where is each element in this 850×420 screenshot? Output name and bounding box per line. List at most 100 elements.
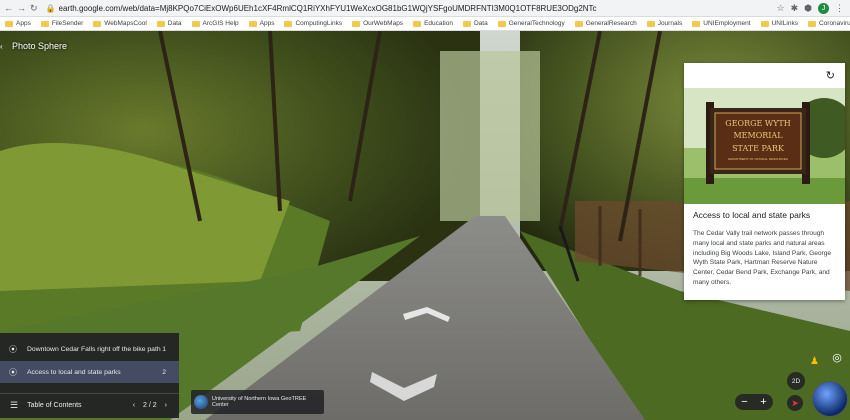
sign-line-2: MEMORIAL xyxy=(733,131,783,140)
avatar[interactable]: J xyxy=(818,2,829,14)
folder-icon xyxy=(248,20,257,27)
refresh-icon[interactable]: ↻ xyxy=(826,69,835,82)
tilt-toggle[interactable]: 2D xyxy=(787,372,805,390)
bookmark-item[interactable]: FileSender xyxy=(36,20,88,27)
folder-icon xyxy=(40,20,49,27)
browser-icons: ☆ ✱ ⬢ J ⋮ xyxy=(777,2,850,14)
compass-icon[interactable]: ◎ xyxy=(830,351,844,365)
prev-icon[interactable]: ‹ xyxy=(133,402,135,409)
folder-icon xyxy=(284,20,293,27)
bookmark-label: OurWebMaps xyxy=(363,20,404,27)
toc-item-number: 1 xyxy=(162,345,166,353)
folder-icon xyxy=(760,20,769,27)
folder-icon xyxy=(497,20,506,27)
bookmark-item[interactable]: OurWebMaps xyxy=(347,20,408,27)
map-controls: ♟ ◎ 2D − + ➤ xyxy=(735,311,850,420)
bookmark-label: WebMapsCool xyxy=(104,20,147,27)
toc-item-label: Access to local and state parks xyxy=(27,368,121,376)
apps-icon xyxy=(5,20,13,27)
rotate-icon[interactable]: ➤ xyxy=(787,395,803,411)
bookmark-item[interactable]: Data xyxy=(458,20,493,27)
toc-item-1[interactable]: ⦿ Downtown Cedar Falls right off the bik… xyxy=(0,338,179,360)
bookmark-label: GeneralTechnology xyxy=(508,20,565,27)
pegman-icon[interactable]: ♟ xyxy=(810,356,819,370)
bookmark-item[interactable]: Coronavirus xyxy=(803,20,850,27)
folder-icon xyxy=(352,20,361,27)
star-icon[interactable]: ☆ xyxy=(777,3,785,14)
page-indicator: 2 / 2 xyxy=(143,402,157,409)
bookmark-item[interactable]: ArcGIS Help xyxy=(187,20,244,27)
bookmark-label: ArcGIS Help xyxy=(202,20,239,27)
sign-line-3: STATE PARK xyxy=(732,144,785,153)
forward-icon[interactable]: → xyxy=(17,3,26,14)
reload-icon[interactable]: ↻ xyxy=(30,3,38,14)
extension-icon[interactable]: ✱ xyxy=(791,3,799,14)
card-image: GEORGE WYTH MEMORIAL STATE PARK DEPARTME… xyxy=(684,88,845,204)
bookmark-item[interactable]: UNILinks xyxy=(756,20,803,27)
bookmark-item[interactable]: ComputingLinks xyxy=(279,20,347,27)
bookmark-label: Journals xyxy=(657,20,683,27)
bookmark-label: Coronavirus xyxy=(818,20,850,27)
list-icon[interactable]: ☰ xyxy=(10,400,18,411)
nav-buttons: ← → ↻ xyxy=(0,3,42,14)
address-bar[interactable]: earth.google.com/web/data=Mj8KPQo7CiExOW… xyxy=(59,4,777,13)
info-card: ↻ GEORGE WYTH MEMORIAL STATE PARK DEPART… xyxy=(684,63,845,300)
lock-icon[interactable]: 🔒 xyxy=(46,4,56,13)
pager: ‹ 2 / 2 › xyxy=(133,402,167,409)
bookmark-item[interactable]: GeneralTechnology xyxy=(493,20,570,27)
folder-icon xyxy=(156,20,165,27)
browser-toolbar: ← → ↻ 🔒 earth.google.com/web/data=Mj8KPQ… xyxy=(0,0,850,17)
back-arrow-icon[interactable]: ‹ xyxy=(0,42,3,51)
table-of-contents: ⦿ Downtown Cedar Falls right off the bik… xyxy=(0,333,179,418)
puzzle-icon[interactable]: ⬢ xyxy=(804,3,812,14)
back-icon[interactable]: ← xyxy=(4,3,13,14)
bookmark-item[interactable]: Apps xyxy=(244,20,280,27)
folder-icon xyxy=(462,20,471,27)
bookmark-item[interactable]: GeneralResearch xyxy=(570,20,642,27)
bookmark-label: GeneralResearch xyxy=(585,20,637,27)
bookmark-label: ComputingLinks xyxy=(295,20,343,27)
folder-icon xyxy=(191,20,200,27)
earth-logo-icon xyxy=(194,395,208,409)
bookmark-item[interactable]: Data xyxy=(152,20,187,27)
bookmark-item[interactable]: Journals xyxy=(642,20,688,27)
photo-sphere-view[interactable]: ‹ Photo Sphere ↻ GEORGE WYTH MEMORIAL ST… xyxy=(0,31,850,420)
attribution-chip[interactable]: University of Northern Iowa GeoTREE Cent… xyxy=(191,390,324,414)
bookmark-label: UNIEmployment xyxy=(703,20,751,27)
bookmark-label: Apps xyxy=(16,20,31,27)
bookmark-label: FileSender xyxy=(51,20,84,27)
bookmark-label: Apps xyxy=(259,20,275,27)
folder-icon xyxy=(692,20,701,27)
folder-icon xyxy=(646,20,655,27)
toc-footer-label[interactable]: Table of Contents xyxy=(27,402,81,409)
scene-title: Photo Sphere xyxy=(12,41,68,51)
sign-line-4: DEPARTMENT OF NATURAL RESOURCES xyxy=(728,157,788,161)
bookmark-item[interactable]: WebMapsCool xyxy=(88,20,152,27)
bookmark-label: Education xyxy=(424,20,453,27)
card-title: Access to local and state parks xyxy=(693,210,811,220)
bookmark-label: UNILinks xyxy=(771,20,798,27)
attribution-text: University of Northern Iowa GeoTREE Cent… xyxy=(211,396,307,408)
toc-item-2[interactable]: ⦿ Access to local and state parks 2 xyxy=(0,361,179,383)
place-pin-icon: ⦿ xyxy=(9,367,17,377)
bookmark-item[interactable]: Education xyxy=(408,20,458,27)
card-description: The Cedar Vally trail network passes thr… xyxy=(693,230,832,286)
bookmark-item[interactable]: Apps xyxy=(0,20,36,27)
sign-line-1: GEORGE WYTH xyxy=(725,119,790,128)
bookmark-label: Data xyxy=(473,20,488,27)
folder-icon xyxy=(574,20,583,27)
bookmark-label: Data xyxy=(167,20,182,27)
place-pin-icon: ⦿ xyxy=(9,344,17,354)
folder-icon xyxy=(807,20,816,27)
toc-footer: ☰ Table of Contents ‹ 2 / 2 › xyxy=(0,393,179,417)
bookmark-item[interactable]: UNIEmployment xyxy=(687,20,755,27)
globe-icon[interactable] xyxy=(812,381,848,417)
folder-icon xyxy=(413,20,422,27)
toc-item-label: Downtown Cedar Falls right off the bike … xyxy=(27,345,161,353)
bookmarks-bar: Apps FileSender WebMapsCool Data ArcGIS Help… xyxy=(0,17,850,31)
next-icon[interactable]: › xyxy=(165,402,167,409)
zoom-in-icon[interactable]: + xyxy=(760,396,766,408)
zoom-control: − + xyxy=(735,394,773,410)
zoom-out-icon[interactable]: − xyxy=(741,396,747,408)
menu-icon[interactable]: ⋮ xyxy=(835,3,844,14)
